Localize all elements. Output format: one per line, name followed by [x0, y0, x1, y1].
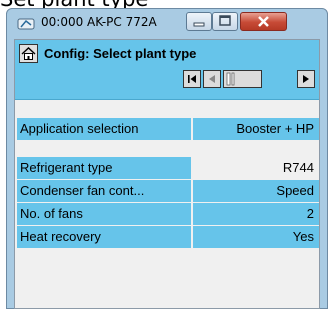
app-window: 00:000 AK-PC 772A Config: Select plant t…	[6, 8, 328, 309]
settings-row: Condenser fan cont... Speed	[17, 180, 319, 202]
previous-page-icon	[204, 71, 220, 87]
page-position-icon	[224, 71, 261, 87]
plug-icon	[17, 16, 35, 32]
minimize-button[interactable]	[186, 12, 212, 31]
application-selection-value[interactable]: Booster + HP	[193, 118, 319, 140]
condenser-fan-control-value[interactable]: Speed	[193, 180, 319, 202]
heat-recovery-value[interactable]: Yes	[193, 226, 319, 248]
screen-title: Config: Select plant type	[44, 46, 197, 61]
settings-row: Refrigerant type R744	[17, 157, 319, 179]
first-page-icon	[184, 71, 200, 87]
number-of-fans-value[interactable]: 2	[193, 203, 319, 225]
maximize-icon	[213, 15, 237, 34]
previous-page-button[interactable]	[203, 70, 221, 88]
close-button[interactable]	[240, 12, 287, 31]
row-label: Application selection	[17, 118, 191, 140]
page-position-indicator[interactable]	[223, 70, 262, 88]
row-label: Refrigerant type	[17, 157, 191, 179]
next-page-button[interactable]	[297, 70, 315, 88]
row-label: Heat recovery	[17, 226, 191, 248]
minimize-icon	[187, 17, 211, 34]
title-bar[interactable]: 00:000 AK-PC 772A	[7, 9, 327, 39]
settings-row: No. of fans 2	[17, 203, 319, 225]
close-icon	[241, 16, 286, 34]
window-title: 00:000 AK-PC 772A	[41, 15, 157, 29]
row-label: No. of fans	[17, 203, 191, 225]
maximize-button[interactable]	[212, 12, 238, 31]
home-icon	[20, 47, 37, 66]
refrigerant-type-value: R744	[193, 157, 319, 179]
home-button[interactable]	[19, 44, 38, 63]
settings-row: Heat recovery Yes	[17, 226, 319, 248]
screen-header: Config: Select plant type	[15, 40, 319, 100]
row-label: Condenser fan cont...	[17, 180, 191, 202]
next-page-icon	[298, 71, 314, 87]
first-page-button[interactable]	[183, 70, 201, 88]
client-area: Config: Select plant type Application se…	[14, 39, 320, 309]
settings-row: Application selection Booster + HP	[17, 118, 319, 140]
